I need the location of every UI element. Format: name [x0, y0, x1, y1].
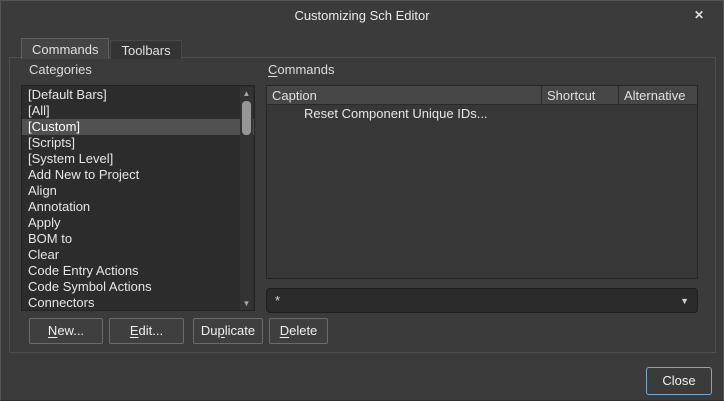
filter-value: *: [275, 293, 680, 308]
category-item[interactable]: Apply: [22, 215, 254, 231]
commands-table-header: Caption Shortcut Alternative: [267, 86, 697, 105]
edit-button[interactable]: Edit...: [109, 318, 184, 344]
categories-scrollbar[interactable]: ▲ ▼: [240, 87, 253, 310]
close-button[interactable]: Close: [646, 367, 712, 395]
category-item[interactable]: Add New to Project: [22, 167, 254, 183]
category-item[interactable]: Annotation: [22, 199, 254, 215]
delete-button[interactable]: Delete: [269, 318, 328, 344]
category-item[interactable]: Clear: [22, 247, 254, 263]
column-header-caption[interactable]: Caption: [267, 86, 541, 104]
tab-toolbars[interactable]: Toolbars: [110, 40, 181, 59]
scroll-down-icon[interactable]: ▼: [240, 297, 253, 310]
scroll-up-icon[interactable]: ▲: [240, 87, 253, 100]
commands-label: Commands: [268, 62, 334, 77]
command-caption: Reset Component Unique IDs...: [267, 105, 488, 122]
commands-table-body: Reset Component Unique IDs...: [267, 105, 697, 122]
new-button[interactable]: New...: [29, 318, 103, 344]
category-item[interactable]: [Scripts]: [22, 135, 254, 151]
category-item[interactable]: Code Symbol Actions: [22, 279, 254, 295]
table-row[interactable]: Reset Component Unique IDs...: [267, 105, 697, 122]
category-item[interactable]: Align: [22, 183, 254, 199]
category-item[interactable]: [All]: [22, 103, 254, 119]
title-bar: Customizing Sch Editor ✕: [1, 1, 723, 29]
category-item[interactable]: [System Level]: [22, 151, 254, 167]
commands-table: Caption Shortcut Alternative Reset Compo…: [266, 85, 698, 279]
categories-label: Categories: [29, 62, 92, 77]
category-item[interactable]: BOM to: [22, 231, 254, 247]
categories-list: ▲ ▼ [Default Bars][All][Custom][Scripts]…: [21, 85, 255, 311]
column-header-shortcut[interactable]: Shortcut: [541, 86, 618, 104]
chevron-down-icon: ▼: [680, 296, 689, 306]
dialog-title: Customizing Sch Editor: [1, 8, 723, 23]
filter-combobox[interactable]: * ▼: [266, 288, 698, 313]
category-item[interactable]: [Default Bars]: [22, 87, 254, 103]
column-header-alternative[interactable]: Alternative: [618, 86, 697, 104]
tab-bar: CommandsToolbars: [21, 38, 183, 59]
tab-commands[interactable]: Commands: [21, 38, 109, 59]
close-icon[interactable]: ✕: [691, 7, 707, 23]
category-item[interactable]: Connectors: [22, 295, 254, 311]
customize-dialog: Customizing Sch Editor ✕ CommandsToolbar…: [0, 0, 724, 401]
category-item[interactable]: Code Entry Actions: [22, 263, 254, 279]
scrollbar-thumb[interactable]: [242, 101, 251, 135]
category-item[interactable]: [Custom]: [22, 119, 254, 135]
duplicate-button[interactable]: Duplicate: [193, 318, 263, 344]
